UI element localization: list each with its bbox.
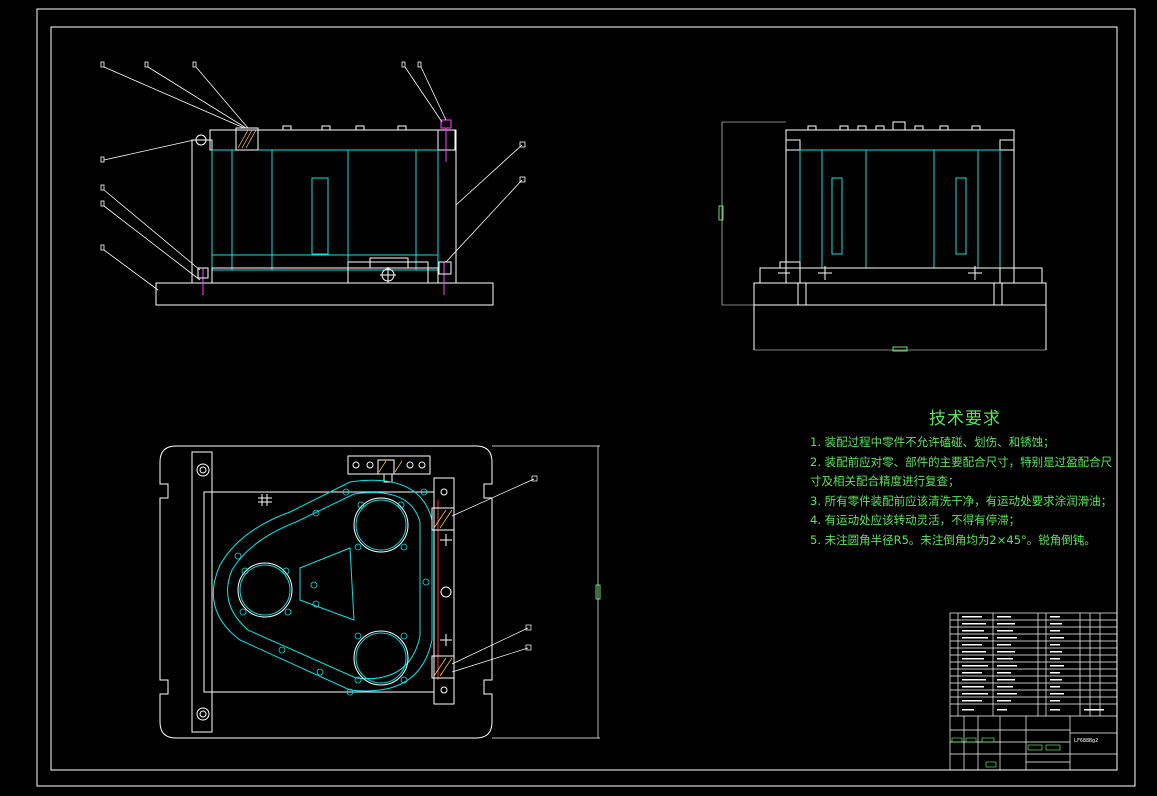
tech-requirements-title: 技术要求 xyxy=(929,409,1001,429)
base-plate xyxy=(155,282,494,306)
tech-item: 4. 有运动处应该转动灵活，不得有停滞； xyxy=(810,513,1021,527)
bolt-holes xyxy=(234,488,430,696)
tech-item: 3. 所有零件装配前应该清洗干净，有运动处要求涂润滑油； xyxy=(810,493,1113,508)
side-view xyxy=(718,121,1047,352)
left-column xyxy=(191,139,213,284)
tech-item: 1. 装配过程中零件不允许磕碰、划伤、和锈蚀； xyxy=(810,435,1055,449)
body-block xyxy=(211,149,439,271)
cad-drawing xyxy=(36,8,1136,787)
top-view xyxy=(159,445,601,739)
bom-text-marks xyxy=(962,616,1104,711)
tri-fixture-outer xyxy=(212,479,433,692)
front-view xyxy=(100,61,526,306)
title-block xyxy=(949,612,1118,771)
right-column xyxy=(437,129,457,284)
bolt-top xyxy=(440,119,452,129)
outer-frame xyxy=(36,8,1136,787)
tech-requirements: 技术要求 1. 装配过程中零件不允许磕碰、划伤、和锈蚀； 2. 装配前应对零、部… xyxy=(810,404,1120,550)
drawing-number: LF688Bg2 xyxy=(1074,738,1099,744)
slot xyxy=(311,177,329,255)
inner-frame xyxy=(50,26,1118,771)
tech-item: 5. 未注圆角半径R5。未注倒角均为2×45°。锐角倒钝。 xyxy=(810,532,1096,547)
tech-item: 2. 装配前应对零、部件的主要配合尺寸，特别是过盈配合尺寸及相关配合精度进行复查… xyxy=(810,454,1113,489)
